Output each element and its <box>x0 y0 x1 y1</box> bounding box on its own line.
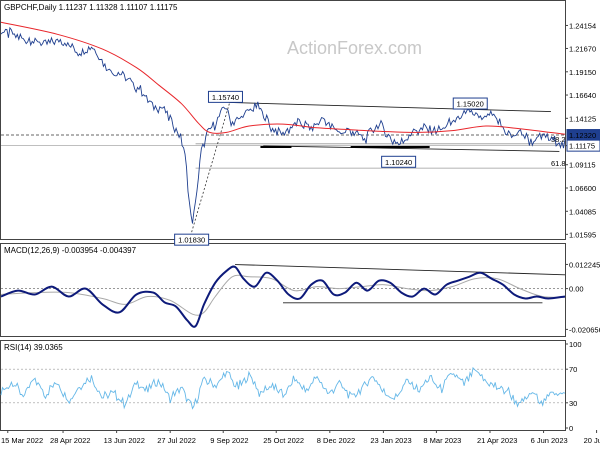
price-y-tick-label: 1.21670 <box>569 44 596 53</box>
tag-level-label: 1.12320 <box>569 131 596 140</box>
x-tick-label: 27 Jul 2022 <box>157 436 196 445</box>
price-panel-frame <box>0 0 566 240</box>
x-tick-label: 8 Mar 2023 <box>423 436 461 445</box>
x-tick-label: 8 Dec 2022 <box>317 436 355 445</box>
price-y-tick-label: 1.09115 <box>569 161 596 170</box>
annotation-label: 1.15740 <box>212 93 239 102</box>
price-panel-title: GBPCHF,Daily 1.11237 1.11328 1.11107 1.1… <box>4 3 178 12</box>
x-tick-label: 15 Mar 2022 <box>1 436 43 445</box>
rsi-panel-frame <box>0 340 566 431</box>
rsi-y-tick-label: 100 <box>569 340 582 349</box>
last-price-label: 1.11175 <box>569 142 595 151</box>
fib-level-label: 61.8 <box>551 159 566 168</box>
price-y-tick-label: 1.16640 <box>569 91 596 100</box>
x-tick-label: 13 Jun 2022 <box>104 436 145 445</box>
x-tick-label: 21 Apr 2023 <box>477 436 517 445</box>
price-y-tick-label: 1.01595 <box>569 230 596 239</box>
macd-panel-frame <box>0 243 566 337</box>
rsi-panel-title: RSI(14) 39.0365 <box>4 343 63 352</box>
macd-y-tick-label: 0.012245 <box>569 260 600 269</box>
x-tick-label: 6 Jun 2023 <box>531 436 568 445</box>
price-y-tick-label: 1.19150 <box>569 68 596 77</box>
x-axis: 15 Mar 2022 28 Apr 2022 13 Jun 2022 27 Jul … <box>1 430 600 445</box>
annotation-label: 1.01830 <box>178 236 205 245</box>
x-tick-label: 28 Apr 2022 <box>50 436 90 445</box>
price-y-tick-label: 1.24154 <box>569 21 596 30</box>
rsi-y-tick-label: 0 <box>569 424 573 433</box>
price-y-tick-label: 1.04085 <box>569 207 596 216</box>
watermark: ActionForex.com <box>287 38 422 58</box>
chart-window: ActionForex.com GBPCHF,Daily 1.11237 1.1… <box>0 0 600 450</box>
x-tick-label: 9 Sep 2022 <box>210 436 248 445</box>
annotation-label: 1.10240 <box>385 158 412 167</box>
price-y-tick-label: 1.06600 <box>569 184 596 193</box>
macd-panel-title: MACD(12,26,9) -0.003954 -0.004397 <box>4 246 137 255</box>
macd-y-tick-label: -0.020656 <box>569 325 600 334</box>
price-y-tick-label: 1.14125 <box>569 114 596 123</box>
x-tick-label: 20 Jul 2023 <box>584 436 600 445</box>
rsi-y-tick-label: 30 <box>569 399 577 408</box>
chart-canvas: ActionForex.com GBPCHF,Daily 1.11237 1.1… <box>0 0 600 445</box>
x-tick-label: 25 Oct 2022 <box>263 436 304 445</box>
x-tick-label: 23 Jan 2023 <box>370 436 411 445</box>
macd-y-tick-label: 0.00 <box>569 285 584 294</box>
rsi-y-tick-label: 70 <box>569 365 577 374</box>
annotation-label: 1.15020 <box>457 100 484 109</box>
